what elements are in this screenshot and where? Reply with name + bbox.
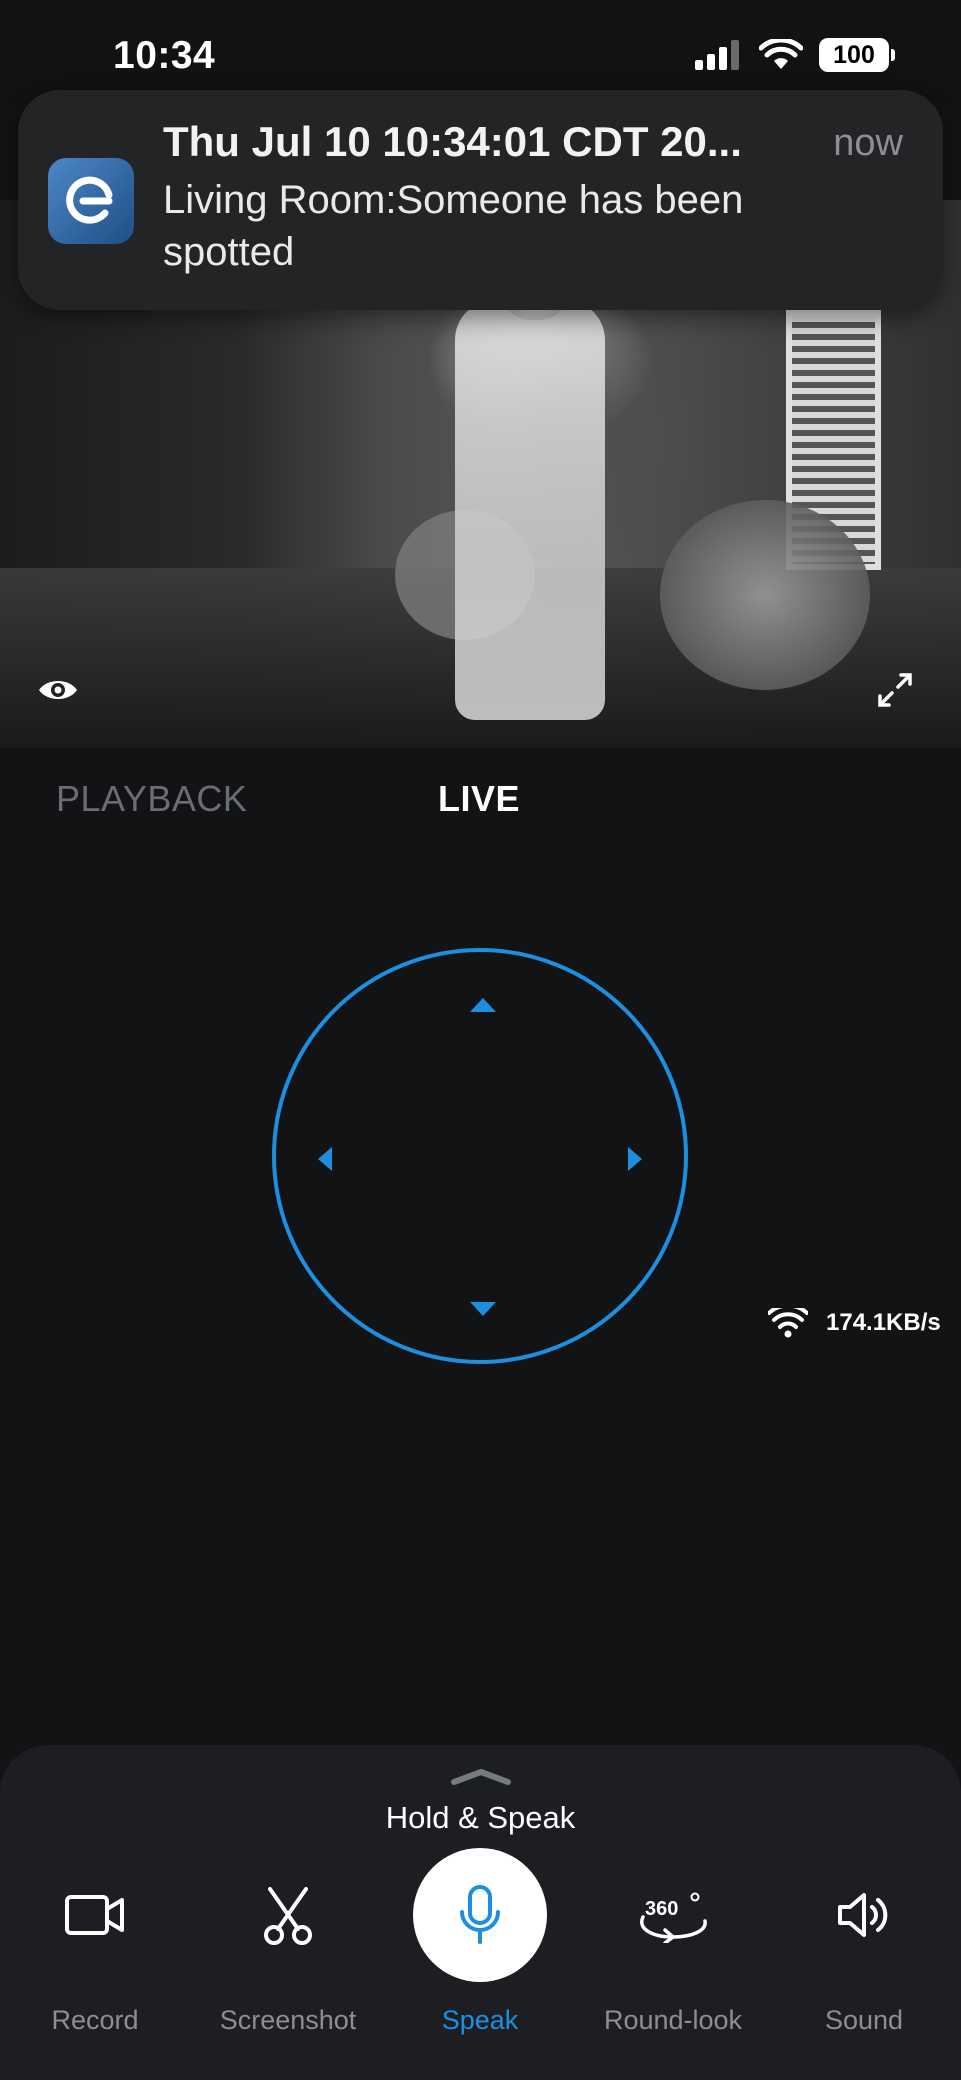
- microphone-icon: [413, 1848, 547, 1982]
- bottom-control-panel: Hold & Speak Record Screenshot Speak 360…: [0, 1745, 961, 2080]
- view-tabs: PLAYBACK LIVE: [0, 770, 961, 830]
- eye-icon[interactable]: [32, 664, 84, 716]
- record-label: Record: [51, 2005, 139, 2035]
- feed-person: [455, 300, 605, 720]
- speak-button[interactable]: Speak: [395, 1845, 565, 2045]
- screenshot-label: Screenshot: [219, 2005, 357, 2035]
- screenshot-button[interactable]: Screenshot: [203, 1845, 373, 2045]
- cellular-signal-icon: [695, 40, 739, 70]
- notification-body: Living Room:Someone has been spotted: [163, 178, 744, 274]
- push-notification[interactable]: Thu Jul 10 10:34:01 CDT 20... now Living…: [18, 90, 943, 310]
- wifi-icon: [759, 39, 803, 69]
- speak-circle: [395, 1845, 565, 1985]
- rotate-360-text: 360: [645, 1898, 678, 1920]
- wifi-signal-icon: [768, 1308, 808, 1338]
- round-look-label: Round-look: [603, 2005, 743, 2035]
- app-icon: [48, 158, 134, 244]
- video-camera-icon: [10, 1845, 180, 1985]
- notification-title: Thu Jul 10 10:34:01 CDT 20...: [163, 118, 742, 165]
- pan-right-arrow-icon[interactable]: [628, 1147, 642, 1171]
- pan-up-arrow-icon[interactable]: [470, 998, 496, 1012]
- record-button[interactable]: Record: [10, 1845, 180, 2045]
- status-indicators: 100: [695, 38, 895, 72]
- sound-button[interactable]: Sound: [779, 1845, 949, 2045]
- status-time: 10:34: [113, 34, 216, 77]
- fullscreen-expand-icon[interactable]: [869, 664, 921, 716]
- ptz-direction-pad[interactable]: [272, 948, 688, 1364]
- round-look-button[interactable]: 360 Round-look: [588, 1845, 758, 2045]
- battery-indicator: 100: [819, 38, 895, 72]
- network-speed: 174.1KB/s: [768, 1308, 941, 1338]
- sound-label: Sound: [824, 2005, 904, 2035]
- speak-label: Speak: [441, 2005, 519, 2035]
- rotate-360-icon: 360: [588, 1845, 758, 1985]
- scissors-icon: [203, 1845, 373, 1985]
- panel-handle-chevron-up-icon[interactable]: [450, 1767, 512, 1790]
- tab-live[interactable]: LIVE: [438, 778, 520, 820]
- notification-time: now: [833, 122, 903, 164]
- network-speed-value: 174.1KB/s: [826, 1309, 941, 1336]
- hold-speak-hint: Hold & Speak: [385, 1800, 576, 1835]
- tab-playback[interactable]: PLAYBACK: [56, 778, 247, 820]
- pan-left-arrow-icon[interactable]: [318, 1147, 332, 1171]
- feed-papasan-chair: [660, 500, 870, 690]
- pan-down-arrow-icon[interactable]: [470, 1302, 496, 1316]
- speaker-icon: [779, 1845, 949, 1985]
